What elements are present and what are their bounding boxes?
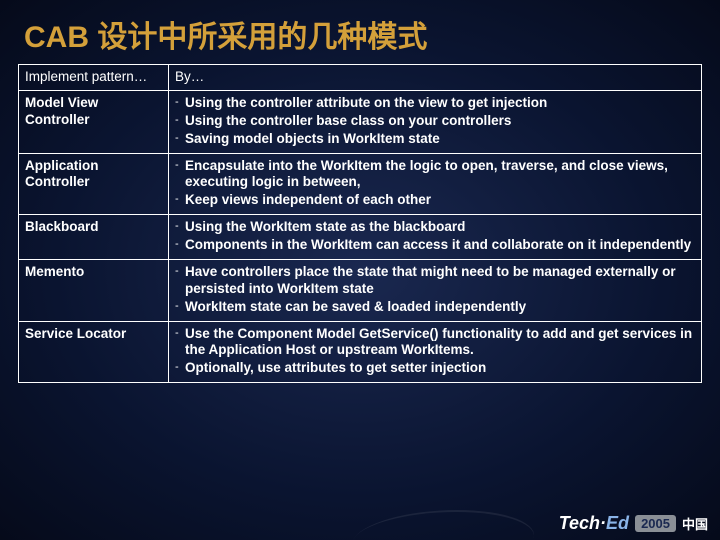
header-pattern: Implement pattern… <box>19 65 169 91</box>
bullet-item: Keep views independent of each other <box>175 192 695 209</box>
table-row: Service LocatorUse the Component Model G… <box>19 321 702 383</box>
bullet-item: Saving model objects in WorkItem state <box>175 131 695 148</box>
table-row: Application ControllerEncapsulate into t… <box>19 153 702 215</box>
pattern-name-cell: Blackboard <box>19 215 169 260</box>
slide-title: CAB 设计中所采用的几种模式 <box>0 0 720 64</box>
header-by: By… <box>169 65 702 91</box>
region-label: 中国 <box>682 514 708 533</box>
table-row: MementoHave controllers place the state … <box>19 259 702 321</box>
bullet-item: WorkItem state can be saved & loaded ind… <box>175 299 695 316</box>
table-row: Blackboard Using the WorkItem state as th… <box>19 215 702 260</box>
pattern-by-cell: Using the WorkItem state as the blackboa… <box>169 215 702 260</box>
pattern-by-cell: Use the Component Model GetService() fun… <box>169 321 702 383</box>
bullet-item: Using the WorkItem state as the blackboa… <box>175 219 695 236</box>
pattern-name-cell: Memento <box>19 259 169 321</box>
bullet-item: Components in the WorkItem can access it… <box>175 237 695 254</box>
decorative-swoosh <box>353 510 547 540</box>
bullet-item: Optionally, use attributes to get setter… <box>175 360 695 377</box>
bullet-item: Using the controller attribute on the vi… <box>175 95 695 112</box>
pattern-name-cell: Application Controller <box>19 153 169 215</box>
year-badge: 2005 <box>635 515 676 532</box>
pattern-by-cell: Encapsulate into the WorkItem the logic … <box>169 153 702 215</box>
patterns-table: Implement pattern… By… Model View Contro… <box>18 64 702 383</box>
table-row: Model View Controller Using the controlle… <box>19 90 702 153</box>
bullet-item: Encapsulate into the WorkItem the logic … <box>175 158 695 192</box>
logo-part-a: Tech· <box>559 513 606 533</box>
logo-part-b: Ed <box>606 513 629 533</box>
teched-logo: Tech·Ed <box>559 513 629 534</box>
bullet-item: Have controllers place the state that mi… <box>175 264 695 298</box>
pattern-name-cell: Model View Controller <box>19 90 169 153</box>
table-header-row: Implement pattern… By… <box>19 65 702 91</box>
pattern-by-cell: Have controllers place the state that mi… <box>169 259 702 321</box>
bullet-item: Use the Component Model GetService() fun… <box>175 326 695 360</box>
bullet-item: Using the controller base class on your … <box>175 113 695 130</box>
footer-logo: Tech·Ed 2005 中国 <box>559 513 708 534</box>
pattern-by-cell: Using the controller attribute on the vi… <box>169 90 702 153</box>
pattern-name-cell: Service Locator <box>19 321 169 383</box>
